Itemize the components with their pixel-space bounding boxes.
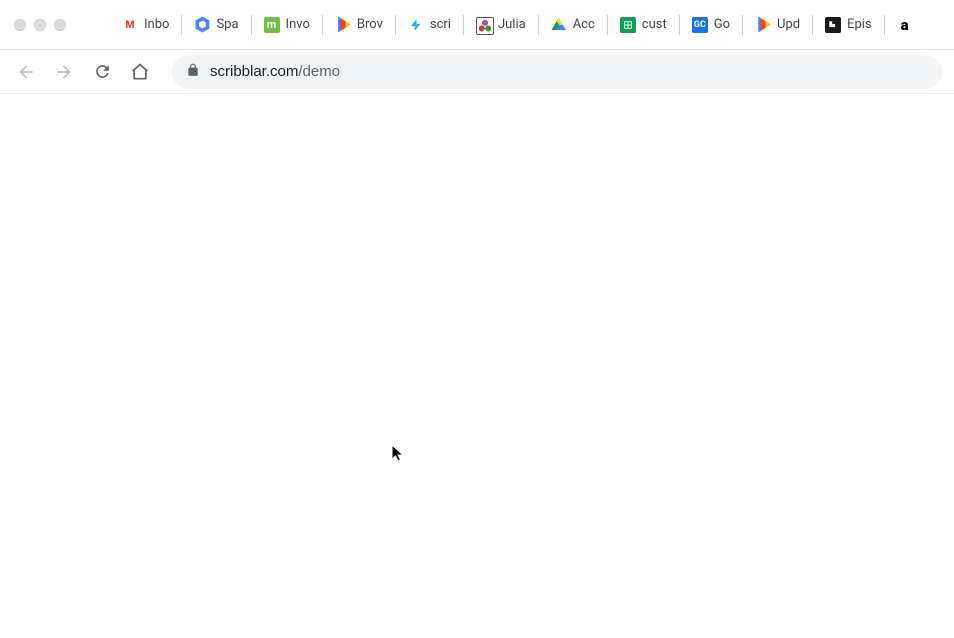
maximize-window-button[interactable] bbox=[54, 19, 66, 31]
separator bbox=[742, 15, 743, 35]
separator bbox=[538, 15, 539, 35]
bookmark-acc[interactable]: Acc bbox=[545, 13, 601, 37]
bookmarks-bar: M Inbo Spa m Invo Brov scri bbox=[116, 13, 944, 37]
sheets-icon bbox=[620, 17, 636, 33]
flag-icon bbox=[335, 17, 351, 33]
page-content bbox=[0, 94, 954, 638]
bookmark-epis[interactable]: Epis bbox=[819, 13, 878, 37]
bookmark-label: Epis bbox=[847, 17, 872, 32]
bookmark-go[interactable]: GC Go bbox=[686, 13, 736, 37]
separator bbox=[251, 15, 252, 35]
home-button[interactable] bbox=[126, 58, 154, 86]
browser-top-bar: M Inbo Spa m Invo Brov scri bbox=[0, 0, 954, 50]
bookmark-cust[interactable]: cust bbox=[614, 13, 673, 37]
m-green-icon: m bbox=[264, 17, 280, 33]
bookmark-label: scri bbox=[430, 17, 451, 32]
minimize-window-button[interactable] bbox=[34, 19, 46, 31]
url-text: scribblar.com/demo bbox=[210, 63, 340, 80]
bookmark-upd[interactable]: Upd bbox=[749, 13, 806, 37]
window-traffic-lights bbox=[10, 19, 66, 31]
flag-icon bbox=[755, 17, 771, 33]
bookmark-brov[interactable]: Brov bbox=[329, 13, 389, 37]
separator bbox=[812, 15, 813, 35]
bookmark-inbox[interactable]: M Inbo bbox=[116, 13, 175, 37]
mouse-cursor-icon bbox=[391, 444, 407, 464]
close-window-button[interactable] bbox=[14, 19, 26, 31]
gc-icon: GC bbox=[692, 17, 708, 33]
bookmark-spa[interactable]: Spa bbox=[188, 13, 244, 37]
julia-icon bbox=[476, 17, 492, 33]
separator bbox=[181, 15, 182, 35]
bookmark-label: Inbo bbox=[144, 17, 169, 32]
gmail-icon: M bbox=[122, 17, 138, 33]
hexagon-icon bbox=[194, 17, 210, 33]
bookmark-label: Go bbox=[714, 17, 730, 32]
bookmark-julia[interactable]: Julia bbox=[470, 13, 532, 37]
address-bar[interactable]: scribblar.com/demo bbox=[172, 55, 942, 89]
reload-button[interactable] bbox=[88, 58, 116, 86]
back-button[interactable] bbox=[12, 58, 40, 86]
url-domain: scribblar.com bbox=[210, 63, 298, 80]
bookmark-label: Spa bbox=[216, 17, 238, 32]
separator bbox=[607, 15, 608, 35]
lightning-icon bbox=[408, 17, 424, 33]
separator bbox=[395, 15, 396, 35]
bookmark-amazon[interactable]: a bbox=[891, 13, 919, 37]
separator bbox=[463, 15, 464, 35]
bookmark-invo[interactable]: m Invo bbox=[258, 13, 316, 37]
separator bbox=[322, 15, 323, 35]
separator bbox=[884, 15, 885, 35]
flipboard-icon bbox=[825, 17, 841, 33]
separator bbox=[679, 15, 680, 35]
bookmark-label: Brov bbox=[357, 17, 383, 32]
bookmark-label: cust bbox=[642, 17, 667, 32]
lock-icon bbox=[186, 63, 200, 81]
browser-toolbar: scribblar.com/demo bbox=[0, 50, 954, 94]
amazon-icon: a bbox=[897, 17, 913, 33]
drive-icon bbox=[551, 17, 567, 33]
bookmark-label: Julia bbox=[498, 17, 526, 32]
bookmark-label: Invo bbox=[286, 17, 310, 32]
forward-button[interactable] bbox=[50, 58, 78, 86]
url-path: /demo bbox=[298, 63, 340, 80]
bookmark-label: Upd bbox=[777, 17, 800, 32]
bookmark-label: Acc bbox=[573, 17, 595, 32]
bookmark-scri[interactable]: scri bbox=[402, 13, 457, 37]
